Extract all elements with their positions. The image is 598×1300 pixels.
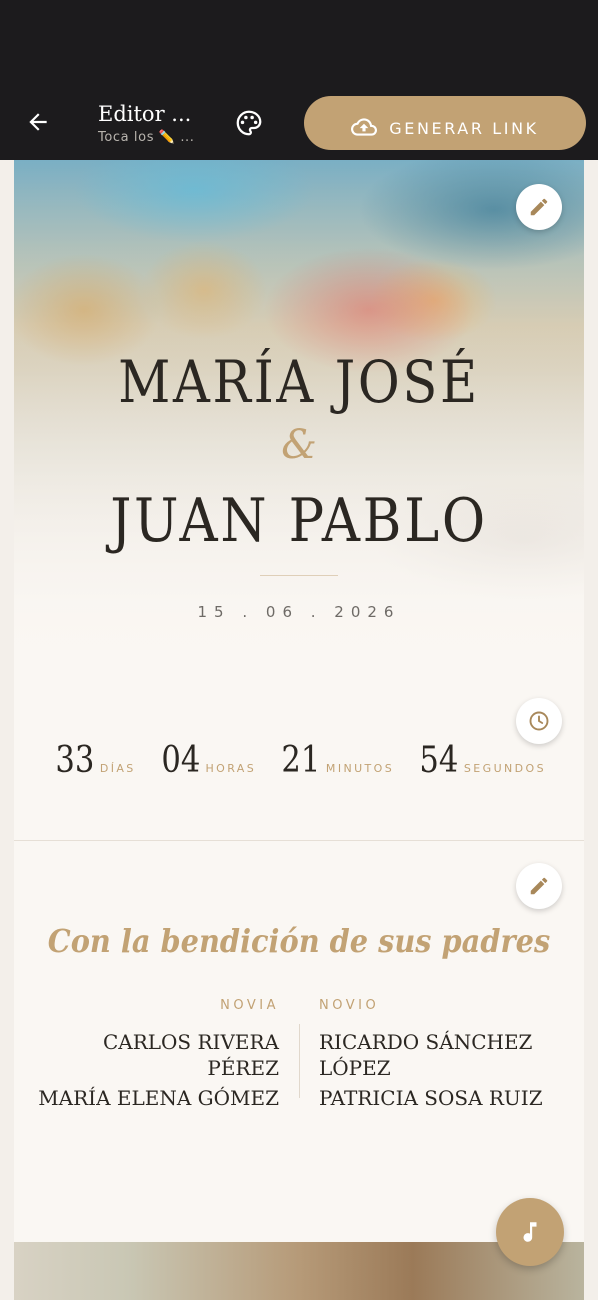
music-note-icon xyxy=(523,1222,537,1242)
theme-palette-button[interactable] xyxy=(232,106,266,140)
gallery-photo xyxy=(14,1242,584,1300)
bride-parents-label: NOVIA xyxy=(220,998,279,1013)
palette-icon xyxy=(236,110,262,136)
bride-name: MARÍA JOSÉ xyxy=(118,348,480,416)
countdown-seconds: 54 SEGUNDOS xyxy=(416,740,546,781)
hero-photo-overlay xyxy=(14,160,584,680)
hero-divider xyxy=(260,575,338,576)
hero-section: MARÍA JOSÉ & JUAN PABLO 15 . 06 . 2026 xyxy=(14,160,584,680)
edit-parents-button[interactable] xyxy=(516,863,562,909)
groom-parents-label: NOVIO xyxy=(319,998,380,1013)
countdown-days-value: 33 xyxy=(55,740,95,781)
countdown: 33 DÍAS 04 HORAS 21 MINUTOS 54 SEGUNDOS xyxy=(14,740,584,790)
music-button[interactable] xyxy=(496,1198,564,1266)
parents-section: NOVIA CARLOS RIVERA PÉREZ MARÍA ELENA GÓ… xyxy=(14,998,584,1148)
countdown-hours-value: 04 xyxy=(161,740,201,781)
edit-countdown-button[interactable] xyxy=(516,698,562,744)
countdown-minutes-value: 21 xyxy=(281,740,321,781)
bride-father-name: CARLOS RIVERA PÉREZ xyxy=(102,1030,279,1080)
generate-link-label: GENERAR LINK xyxy=(389,118,539,138)
groom-mother-name: PATRICIA SOSA RUIZ xyxy=(319,1086,543,1110)
groom-father-name: RICARDO SÁNCHEZ LÓPEZ xyxy=(319,1030,533,1080)
arrow-left-icon xyxy=(29,113,47,131)
pencil-icon xyxy=(530,198,548,216)
editor-subtitle: Toca los ✏️ ... xyxy=(98,130,195,145)
pencil-icon xyxy=(530,877,548,895)
editor-title: Editor ... xyxy=(98,102,192,126)
cloud-upload-icon xyxy=(351,118,378,136)
bride-parents: NOVIA CARLOS RIVERA PÉREZ MARÍA ELENA GÓ… xyxy=(29,998,279,1115)
edit-hero-button[interactable] xyxy=(516,184,562,230)
section-divider xyxy=(14,840,584,841)
clock-icon xyxy=(529,711,549,731)
countdown-hours-label: HORAS xyxy=(205,762,257,775)
back-button[interactable] xyxy=(20,104,56,140)
top-app-bar: Editor ... Toca los ✏️ ... GENERAR LINK xyxy=(0,0,598,160)
countdown-seconds-value: 54 xyxy=(419,740,459,781)
parents-column-divider xyxy=(299,1024,300,1098)
groom-parents: NOVIO RICARDO SÁNCHEZ LÓPEZ PATRICIA SOS… xyxy=(319,998,569,1115)
ampersand: & xyxy=(281,422,317,468)
countdown-days-label: DÍAS xyxy=(99,762,136,775)
bride-mother-name: MARÍA ELENA GÓMEZ xyxy=(38,1086,279,1110)
editor-title-block: Editor ... Toca los ✏️ ... xyxy=(98,100,218,145)
invitation-preview: MARÍA JOSÉ & JUAN PABLO 15 . 06 . 2026 3… xyxy=(14,160,584,1300)
countdown-seconds-label: SEGUNDOS xyxy=(463,762,546,775)
parents-heading: Con la bendición de sus padres xyxy=(47,922,551,960)
wedding-date: 15 . 06 . 2026 xyxy=(197,603,401,621)
countdown-minutes-label: MINUTOS xyxy=(325,762,395,775)
countdown-hours: 04 HORAS xyxy=(158,740,256,781)
countdown-minutes: 21 MINUTOS xyxy=(278,740,394,781)
groom-name: JUAN PABLO xyxy=(110,486,488,556)
generate-link-button[interactable]: GENERAR LINK xyxy=(304,96,586,150)
countdown-days: 33 DÍAS xyxy=(52,740,136,781)
